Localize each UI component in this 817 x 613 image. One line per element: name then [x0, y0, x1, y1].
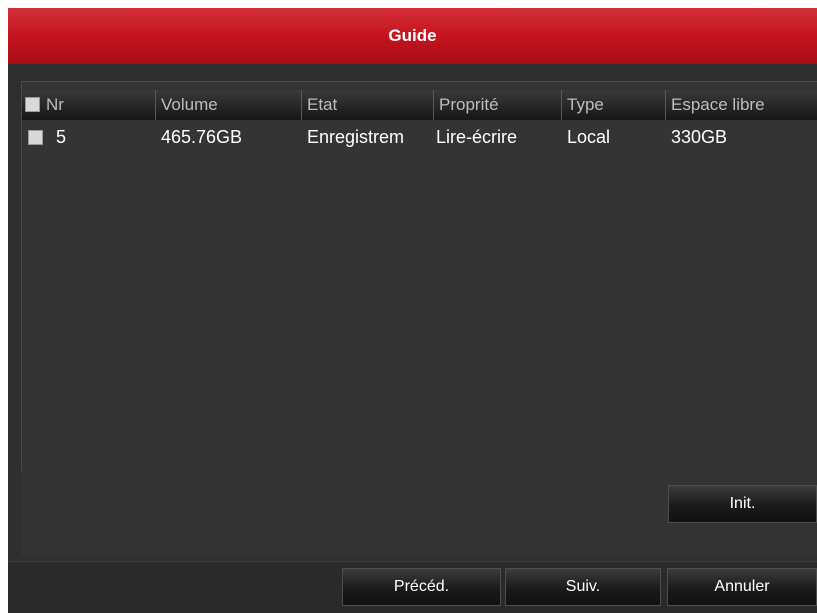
cell-espace-libre: 330GB	[671, 127, 728, 147]
next-button[interactable]: Suiv.	[505, 568, 661, 606]
hdd-table: Nr Volume Etat Proprité Type Espace libr…	[21, 81, 817, 472]
column-header-volume: Volume	[156, 90, 302, 120]
window-title: Guide	[8, 8, 817, 64]
bottom-button-bar: Précéd. Suiv. Annuler	[8, 561, 817, 613]
cell-etat: Enregistrem	[307, 127, 405, 147]
table-header: Nr Volume Etat Proprité Type Espace libr…	[22, 90, 817, 120]
select-all-checkbox[interactable]	[25, 97, 40, 112]
previous-button[interactable]: Précéd.	[342, 568, 501, 606]
column-header-etat: Etat	[302, 90, 434, 120]
column-header-type: Type	[562, 90, 666, 120]
column-header-propriete: Proprité	[434, 90, 562, 120]
table-row[interactable]: 5 465.76GB Enregistrem Lire-écrire Local…	[22, 122, 817, 152]
cell-propriete: Lire-écrire	[436, 127, 518, 147]
init-area: Init.	[21, 471, 817, 556]
column-header-espace-libre: Espace libre	[666, 90, 817, 120]
init-button[interactable]: Init.	[668, 485, 817, 523]
row-checkbox[interactable]	[28, 130, 43, 145]
column-header-nr: Nr	[22, 90, 156, 120]
cell-type: Local	[567, 127, 611, 147]
cell-nr: 5	[22, 122, 156, 152]
guide-window: Guide Nr Volume Etat Proprité Type Espac…	[8, 8, 817, 613]
cell-nr-value: 5	[56, 127, 67, 147]
cell-volume: 465.76GB	[161, 127, 243, 147]
column-header-nr-label: Nr	[46, 95, 64, 114]
cancel-button[interactable]: Annuler	[667, 568, 817, 606]
